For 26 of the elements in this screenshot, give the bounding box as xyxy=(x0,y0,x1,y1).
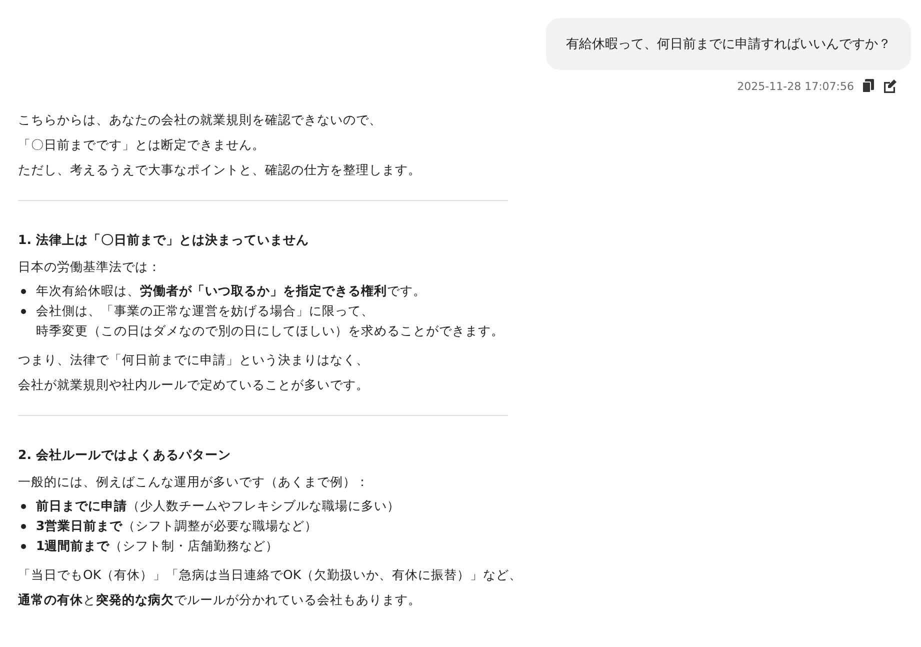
list-item-text: 前日までに申請（少人数チームやフレキシブルな職場に多い） xyxy=(36,498,400,513)
section-heading: 1. 法律上は「〇日前まで」とは決まっていません xyxy=(18,231,310,249)
answer-text: 一般的には、例えばこんな運用が多いです（あくまで例）： xyxy=(18,474,369,489)
answer-text: 「〇日前までです」とは断定できません。 xyxy=(18,137,265,152)
bullet-icon xyxy=(21,504,26,509)
answer-text: つまり、法律で「何日前までに申請」という決まりはなく、 xyxy=(18,352,369,367)
user-message: 有給休暇って、何日前までに申請すればいいんですか？ xyxy=(546,18,911,70)
bullet-icon xyxy=(21,289,26,294)
list-item-text: 3営業日前まで（シフト調整が必要な職場など） xyxy=(36,518,318,533)
bullet-icon xyxy=(21,524,26,529)
list-item-text: 時季変更（この日はダメなので別の日にしてほしい）を求めることができます。 xyxy=(36,323,504,338)
list-item-text: 1週間前まで（シフト制・店舗勤務など） xyxy=(36,538,279,553)
list-item-text: 会社側は、「事業の正常な運営を妨げる場合」に限って、 xyxy=(36,303,374,318)
bullet-icon xyxy=(21,544,26,549)
bullet-icon xyxy=(21,309,26,314)
timestamp: 2025-11-28 17:07:56 xyxy=(737,80,854,92)
edit-icon[interactable] xyxy=(883,79,897,93)
answer-text: 通常の有休と突発的な病欠でルールが分かれている会社もあります。 xyxy=(18,592,421,607)
answer-text: 「当日でもOK（有休）」「急病は当日連絡でOK（欠勤扱いか、有休に振替）」など、 xyxy=(18,567,522,582)
answer-text: ただし、考えるうえで大事なポイントと、確認の仕方を整理します。 xyxy=(18,162,421,177)
answer-text: 会社が就業規則や社内ルールで定めていることが多いです。 xyxy=(18,377,369,392)
answer-text: 日本の労働基準法では： xyxy=(18,259,161,274)
section-heading: 2. 会社ルールではよくあるパターン xyxy=(18,446,232,464)
answer-text: こちらからは、あなたの会社の就業規則を確認できないので、 xyxy=(18,112,382,127)
list-item-text: 年次有給休暇は、労働者が「いつ取るか」を指定できる権利です。 xyxy=(36,283,426,298)
copy-icon[interactable] xyxy=(862,79,875,93)
